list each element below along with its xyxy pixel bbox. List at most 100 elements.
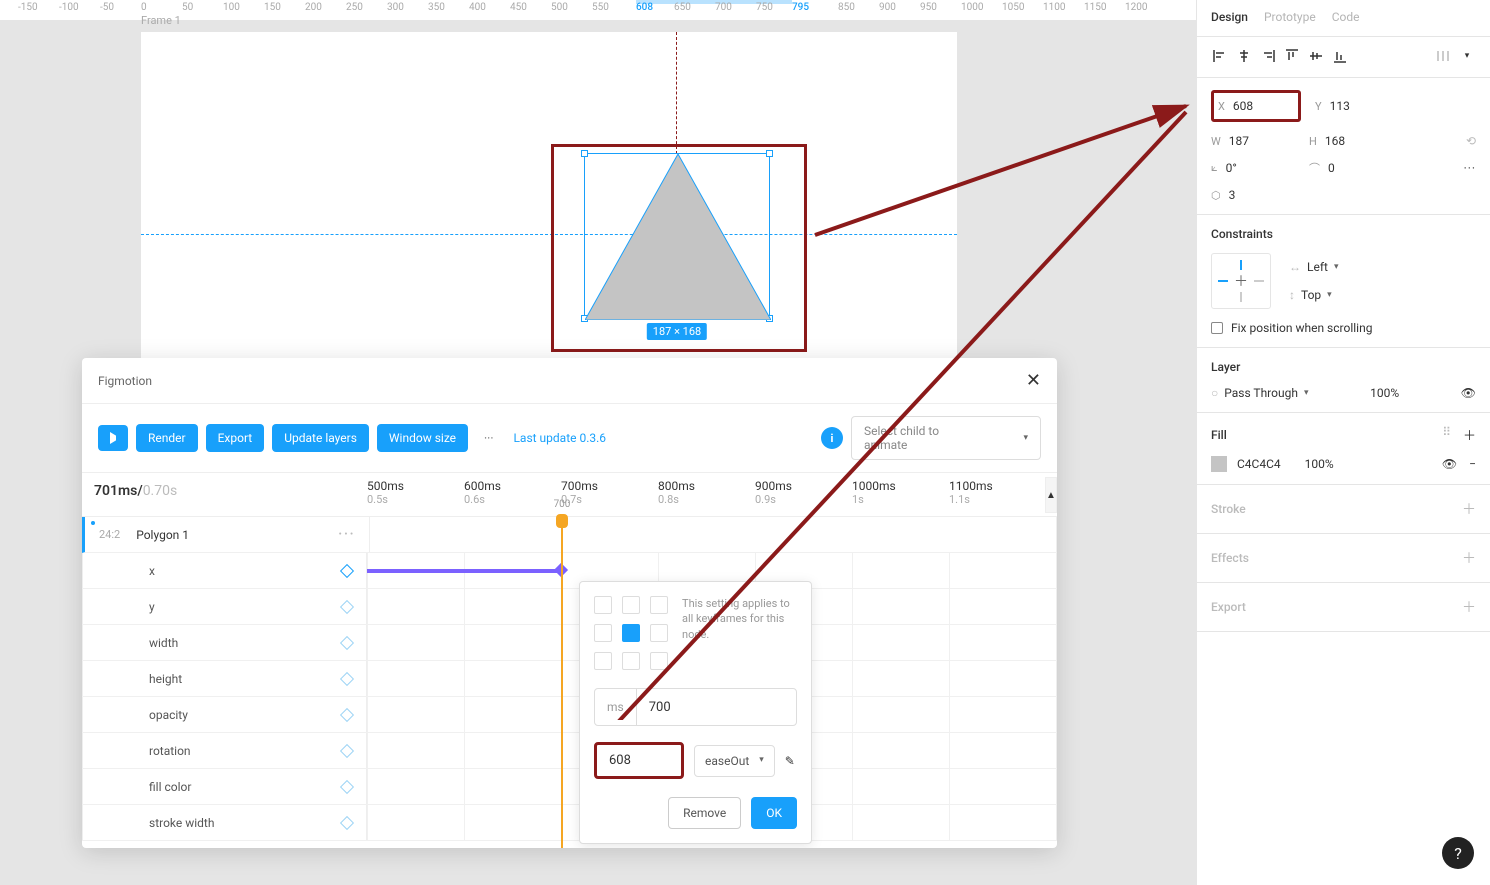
close-icon[interactable]: ✕	[1026, 370, 1041, 391]
keyframe-time-input[interactable]: ms 700	[594, 688, 797, 726]
constraint-v-dropdown[interactable]: ↕Top▾	[1289, 288, 1338, 302]
easing-dropdown[interactable]: easeOut▾	[694, 745, 775, 777]
fix-position-checkbox[interactable]: Fix position when scrolling	[1211, 321, 1476, 335]
remove-keyframe-button[interactable]: Remove	[668, 797, 741, 829]
more-options-icon[interactable]: ···	[476, 427, 501, 449]
export-button[interactable]: Export	[206, 424, 265, 452]
vertices-field[interactable]: ⬡ 3	[1211, 188, 1301, 202]
property-row-y[interactable]: y	[82, 589, 1057, 625]
ok-button[interactable]: OK	[751, 797, 797, 829]
property-row-x[interactable]: x	[82, 553, 1057, 589]
export-section: Export ＋	[1197, 583, 1490, 632]
last-update-label[interactable]: Last update 0.3.6	[513, 431, 606, 445]
frame-label: Frame 1	[141, 14, 181, 27]
layer-opacity-value[interactable]: 100%	[1370, 386, 1399, 400]
tab-design[interactable]: Design	[1211, 10, 1248, 24]
play-button[interactable]	[98, 425, 128, 451]
tween-bar[interactable]	[367, 569, 561, 573]
anchor-ml[interactable]	[594, 624, 612, 642]
constraints-control[interactable]: ＋	[1211, 253, 1271, 309]
ruler-tick: 1050	[1002, 2, 1024, 13]
add-keyframe-icon[interactable]	[340, 599, 354, 613]
distribute-icon[interactable]	[1434, 47, 1452, 65]
corner-radius-field[interactable]: ⌒ 0	[1309, 160, 1399, 176]
keyframe-value-input[interactable]: 608	[594, 742, 684, 779]
add-keyframe-icon[interactable]	[340, 707, 354, 721]
add-effect-icon[interactable]: ＋	[1462, 548, 1476, 568]
constraints-section: Constraints ＋ ↔Left▾ ↕Top▾ Fix position …	[1197, 215, 1490, 348]
fill-opacity[interactable]: 100%	[1305, 457, 1334, 471]
edit-easing-icon[interactable]: ✎	[785, 754, 795, 768]
shape-selection-bounds[interactable]: 187 × 168	[584, 153, 770, 319]
triangle-shape[interactable]	[585, 154, 771, 320]
timeline-tick: 1000ms1s	[852, 479, 896, 506]
ruler-tick: 1000	[961, 2, 983, 13]
layer-options-icon[interactable]: ···	[338, 524, 355, 545]
visibility-icon[interactable]: 👁	[1461, 386, 1476, 400]
help-button[interactable]: ?	[1442, 837, 1474, 869]
window-size-button[interactable]: Window size	[377, 424, 468, 452]
tab-prototype[interactable]: Prototype	[1264, 10, 1316, 24]
more-transform-icon[interactable]: ···	[1464, 161, 1476, 175]
add-keyframe-icon[interactable]	[340, 743, 354, 757]
remove-fill-icon[interactable]: −	[1469, 457, 1476, 471]
info-icon[interactable]: i	[821, 427, 843, 449]
rotation-field[interactable]: ⟀ 0°	[1211, 161, 1301, 175]
add-stroke-icon[interactable]: ＋	[1462, 499, 1476, 519]
fill-swatch[interactable]	[1211, 456, 1227, 472]
timeline-scroll-up[interactable]: ▲	[1045, 477, 1057, 513]
fill-visibility-icon[interactable]: 👁	[1442, 457, 1457, 471]
layer-section: Layer ○Pass Through▾ 100% 👁	[1197, 348, 1490, 413]
render-button[interactable]: Render	[136, 424, 198, 452]
anchor-tr[interactable]	[650, 596, 668, 614]
anchor-tl[interactable]	[594, 596, 612, 614]
ms-value[interactable]: 700	[637, 700, 683, 715]
link-wh-icon[interactable]: ⟲	[1466, 134, 1476, 148]
align-left-icon[interactable]	[1211, 47, 1229, 65]
timeline-playhead[interactable]: 700	[561, 517, 563, 848]
anchor-br[interactable]	[650, 652, 668, 670]
blend-mode-dropdown[interactable]: ○Pass Through▾	[1211, 386, 1308, 400]
align-right-icon[interactable]	[1259, 47, 1277, 65]
anchor-tc[interactable]	[622, 596, 640, 614]
ruler-tick: -100	[59, 2, 79, 13]
anchor-mc[interactable]	[622, 624, 640, 642]
fill-hex[interactable]: C4C4C4	[1237, 457, 1281, 471]
layer-row-polygon-1[interactable]: 24:2 Polygon 1 ···	[82, 517, 1057, 553]
property-row-rotation[interactable]: rotation	[82, 733, 1057, 769]
add-keyframe-icon[interactable]	[340, 779, 354, 793]
add-keyframe-icon[interactable]	[340, 815, 354, 829]
fill-styles-icon[interactable]: ⠿	[1442, 425, 1451, 444]
add-export-icon[interactable]: ＋	[1462, 597, 1476, 617]
ruler-tick: 750	[756, 2, 773, 13]
constraint-h-dropdown[interactable]: ↔Left▾	[1289, 260, 1338, 274]
h-field[interactable]: H 168	[1309, 134, 1399, 148]
y-field[interactable]: Y 113	[1315, 99, 1405, 113]
property-row-height[interactable]: height	[82, 661, 1057, 697]
w-field[interactable]: W 187	[1211, 134, 1301, 148]
horizontal-guide	[141, 234, 957, 235]
playhead-handle[interactable]	[556, 514, 568, 528]
tab-code[interactable]: Code	[1332, 10, 1360, 24]
align-more-chevron-icon[interactable]: ▾	[1458, 47, 1476, 65]
property-row-fill-color[interactable]: fill color	[82, 769, 1057, 805]
anchor-bl[interactable]	[594, 652, 612, 670]
property-row-width[interactable]: width	[82, 625, 1057, 661]
add-keyframe-icon[interactable]	[340, 563, 354, 577]
add-keyframe-icon[interactable]	[340, 635, 354, 649]
anchor-mr[interactable]	[650, 624, 668, 642]
align-hcenter-icon[interactable]	[1235, 47, 1253, 65]
align-bottom-icon[interactable]	[1331, 47, 1349, 65]
anchor-point-grid[interactable]	[594, 596, 668, 670]
align-vcenter-icon[interactable]	[1307, 47, 1325, 65]
property-row-stroke-width[interactable]: stroke width	[82, 805, 1057, 841]
property-row-opacity[interactable]: opacity	[82, 697, 1057, 733]
align-top-icon[interactable]	[1283, 47, 1301, 65]
x-field[interactable]: X 608	[1211, 90, 1301, 122]
anchor-bc[interactable]	[622, 652, 640, 670]
animate-child-select[interactable]: Select child to animate ▾	[851, 416, 1041, 460]
update-layers-button[interactable]: Update layers	[272, 424, 369, 452]
add-keyframe-icon[interactable]	[340, 671, 354, 685]
timeline-ticks[interactable]: ▲ 500ms0.5s600ms0.6s700ms0.7s800ms0.8s90…	[367, 473, 1057, 516]
add-fill-icon[interactable]: ＋	[1463, 425, 1476, 444]
